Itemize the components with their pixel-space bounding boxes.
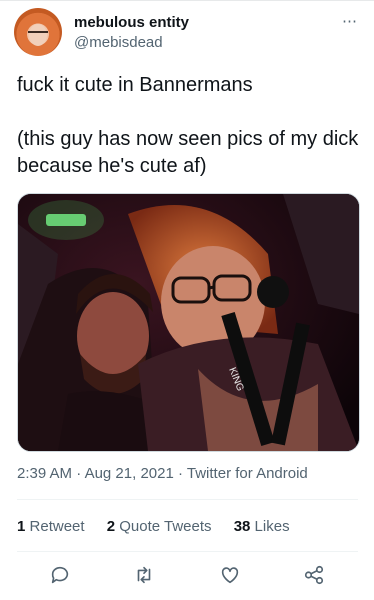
action-bar — [17, 560, 358, 592]
tweet-header: mebulous entity @mebisdead ⋯ — [14, 8, 364, 58]
tweet-source[interactable]: Twitter for Android — [187, 465, 308, 482]
author-handle[interactable]: @mebisdead — [74, 34, 163, 51]
tweet-photo[interactable]: KING — [17, 193, 360, 452]
lanyard-text: KING — [226, 366, 245, 393]
retweets-stat[interactable]: 1 Retweet — [17, 518, 85, 535]
divider — [17, 499, 358, 500]
engagement-stats: 1 Retweet 2 Quote Tweets 38 Likes — [17, 518, 308, 535]
share-icon[interactable] — [303, 564, 325, 586]
quotes-stat[interactable]: 2 Quote Tweets — [107, 518, 212, 535]
tweet-time[interactable]: 2:39 AM — [17, 465, 72, 482]
like-icon[interactable] — [219, 564, 241, 586]
avatar[interactable] — [14, 8, 62, 56]
tweet-metadata: 2:39 AM · Aug 21, 2021 · Twitter for And… — [17, 465, 308, 482]
tweet-text: fuck it cute in Bannermans (this guy has… — [17, 74, 359, 177]
top-divider — [0, 0, 374, 1]
likes-stat[interactable]: 38 Likes — [234, 518, 290, 535]
more-options-icon[interactable]: ⋯ — [342, 12, 358, 30]
author-display-name[interactable]: mebulous entity — [74, 14, 189, 31]
reply-icon[interactable] — [49, 564, 71, 586]
divider — [17, 551, 358, 552]
tweet-date[interactable]: Aug 21, 2021 — [85, 465, 174, 482]
retweet-icon[interactable] — [133, 564, 155, 586]
